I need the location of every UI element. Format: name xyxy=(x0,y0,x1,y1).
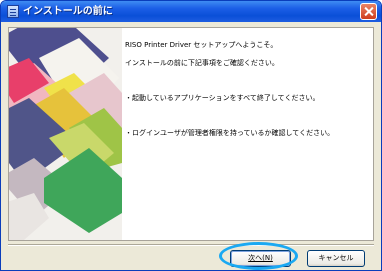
welcome-text: RISO Printer Driver セットアップへようこそ。 xyxy=(125,41,278,49)
installer-icon xyxy=(7,5,19,18)
decorative-diamond-artwork xyxy=(9,28,122,240)
title-bar[interactable]: インストールの前に xyxy=(1,1,381,22)
cancel-button[interactable]: キャンセル xyxy=(307,250,365,267)
close-button[interactable] xyxy=(360,3,377,20)
confirm-text: インストールの前に下記事項をご確認ください。 xyxy=(125,59,279,67)
next-button-highlight-circle xyxy=(219,242,298,270)
note-admin-rights: ・ログインユーザが管理者権限を持っているか確認してください。 xyxy=(125,129,335,137)
installer-dialog: インストールの前に RISO Printer Driver セットアップへようこ… xyxy=(0,0,382,271)
button-divider xyxy=(8,244,374,246)
note-close-apps: ・起動しているアプリケーションをすべて終了してください。 xyxy=(125,94,320,102)
dialog-title: インストールの前に xyxy=(23,6,113,17)
content-panel: RISO Printer Driver セットアップへようこそ。 インストールの… xyxy=(8,27,374,241)
